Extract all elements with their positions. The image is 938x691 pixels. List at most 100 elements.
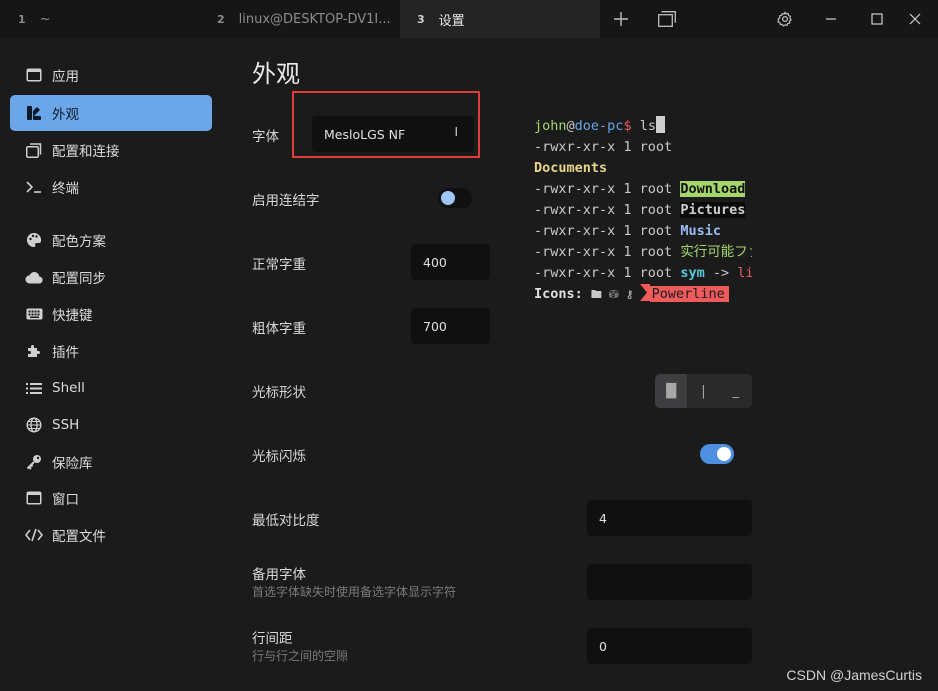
bold-weight-input[interactable]: 700 — [411, 308, 490, 344]
sidebar-item-label: 配置同步 — [52, 271, 106, 287]
dir-documents: Documents — [534, 160, 608, 176]
sidebar-item-terminal[interactable]: 终端 — [10, 169, 212, 205]
tab-number: 1 — [18, 12, 26, 26]
prompt-dollar: $ — [623, 118, 632, 134]
ligatures-label: 启用连结字 — [252, 193, 320, 209]
terminal-icon — [24, 178, 44, 196]
permissions-text: -rwxr-xr-x 1 root — [534, 265, 681, 281]
tab-label: 设置 — [438, 13, 465, 29]
sidebar-item-label: 配置和连接 — [52, 144, 120, 160]
min-contrast-input[interactable]: 4 — [587, 500, 752, 536]
permissions-text: -rwxr-xr-x 1 root — [534, 223, 681, 239]
prompt-command: ls — [631, 118, 656, 134]
sidebar-item-shell[interactable]: Shell — [10, 370, 212, 406]
cursor-underline-option[interactable]: _ — [720, 374, 752, 408]
bold-weight-value: 700 — [423, 318, 447, 334]
sidebar-item-label: 插件 — [52, 345, 79, 361]
key-icon — [24, 453, 44, 471]
fallback-font-input[interactable] — [587, 564, 752, 600]
sidebar-item-label: Shell — [52, 380, 85, 396]
font-label: 字体 — [252, 129, 279, 145]
list-icon — [24, 379, 44, 397]
sidebar-item-label: 窗口 — [52, 492, 79, 508]
sidebar-item-window[interactable]: 窗口 — [10, 480, 212, 516]
normal-weight-value: 400 — [423, 254, 447, 270]
tab-1[interactable]: 1 ~ — [0, 0, 200, 38]
cursor-blink-toggle[interactable] — [700, 444, 734, 464]
new-tab-button[interactable] — [598, 0, 644, 38]
paint-icon — [24, 104, 44, 122]
preview-prompt-line: john@doe-pc$ ls — [534, 116, 752, 137]
sidebar-item-config-file[interactable]: 配置文件 — [10, 517, 212, 553]
tab-number: 3 — [417, 12, 425, 26]
close-button[interactable] — [892, 0, 938, 38]
line-height-input[interactable]: 0 — [587, 628, 752, 664]
dir-pictures: Pictures — [680, 202, 746, 218]
line-height-label: 行间距 — [252, 631, 293, 647]
sidebar-item-hotkeys[interactable]: 快捷键 — [10, 296, 212, 332]
gear-icon — [777, 11, 792, 27]
symlink-target: link — [737, 265, 752, 281]
sidebar-item-label: 终端 — [52, 181, 79, 197]
plus-icon — [614, 12, 628, 26]
preview-line: -rwxr-xr-x 1 root sym -> link — [534, 263, 752, 284]
cursor-block-option[interactable]: █ — [655, 374, 688, 408]
sidebar-item-sync[interactable]: 配置同步 — [10, 259, 212, 295]
sidebar-item-application[interactable]: 应用 — [10, 57, 212, 93]
close-icon — [909, 13, 921, 25]
preview-line: Icons: 🖿 ⛁ ⚷ Powerline — [534, 284, 752, 305]
profiles-icon — [24, 141, 44, 159]
tab-2[interactable]: 2 linux@DESKTOP-DV1I... — [200, 0, 400, 38]
permissions-text: -rwxr-xr-x 1 root — [534, 139, 673, 155]
prompt-user: john — [534, 118, 567, 134]
sidebar-item-appearance[interactable]: 外观 — [10, 95, 212, 131]
preview-line: -rwxr-xr-x 1 root — [534, 137, 752, 158]
icons-glyphs: 🖿 ⛁ ⚷ — [590, 288, 634, 301]
powerline-segment: Powerline — [649, 286, 729, 302]
sidebar-item-plugins[interactable]: 插件 — [10, 333, 212, 369]
dir-music: Music — [680, 223, 721, 239]
settings-button[interactable] — [762, 0, 808, 38]
bold-weight-label: 粗体字重 — [252, 321, 306, 337]
appearance-settings: 外观 字体 MesloLGS NF I 启用连结字 正常字重 400 粗体字重 … — [232, 38, 938, 691]
ligatures-toggle[interactable] — [438, 188, 472, 208]
palette-icon — [24, 231, 44, 249]
fallback-font-description: 首选字体缺失时使用备选字体显示字符 — [252, 585, 457, 599]
globe-icon — [24, 416, 44, 434]
window-icon — [24, 489, 44, 507]
sidebar-item-profiles[interactable]: 配置和连接 — [10, 132, 212, 168]
prompt-host: doe-pc — [574, 118, 624, 134]
toggle-knob — [717, 447, 731, 461]
sidebar-item-label: 快捷键 — [52, 308, 93, 324]
permissions-text: -rwxr-xr-x 1 root — [534, 202, 681, 218]
sidebar-item-label: 配置文件 — [52, 529, 106, 545]
sidebar-item-color-scheme[interactable]: 配色方案 — [10, 222, 212, 258]
permissions-text: -rwxr-xr-x 1 root — [534, 244, 681, 260]
tab-settings[interactable]: 3 设置 — [400, 0, 600, 38]
cursor-beam-option[interactable]: | — [687, 374, 719, 408]
line-height-description: 行与行之间的空隙 — [252, 649, 349, 663]
preview-line: -rwxr-xr-x 1 root Pictures — [534, 200, 752, 221]
sidebar-item-label: 应用 — [52, 69, 79, 85]
maximize-icon — [871, 13, 883, 25]
sidebar-item-label: 外观 — [52, 107, 79, 123]
sidebar-item-label: 配色方案 — [52, 234, 106, 250]
sidebar-item-ssh[interactable]: SSH — [10, 407, 212, 443]
preview-line: -rwxr-xr-x 1 root Music — [534, 221, 752, 242]
puzzle-icon — [24, 342, 44, 360]
normal-weight-input[interactable]: 400 — [411, 244, 490, 280]
annotation-highlight — [292, 91, 480, 158]
sidebar-item-label: 保险库 — [52, 456, 93, 472]
sidebar-item-vault[interactable]: 保险库 — [10, 444, 212, 480]
windows-icon — [658, 11, 676, 27]
cursor-shape-selector: █ | _ — [655, 374, 752, 408]
minimize-button[interactable] — [808, 0, 854, 38]
sidebar-item-label: SSH — [52, 417, 80, 433]
powerline-arrow-icon — [639, 284, 650, 301]
symlink-arrow: -> — [704, 265, 738, 281]
tab-list-button[interactable] — [644, 0, 690, 38]
cursor-shape-label: 光标形状 — [252, 385, 306, 401]
permissions-text: -rwxr-xr-x 1 root — [534, 181, 681, 197]
preview-line: -rwxr-xr-x 1 root Download — [534, 179, 752, 200]
file-executable: 实行可能ファイル — [680, 244, 752, 260]
